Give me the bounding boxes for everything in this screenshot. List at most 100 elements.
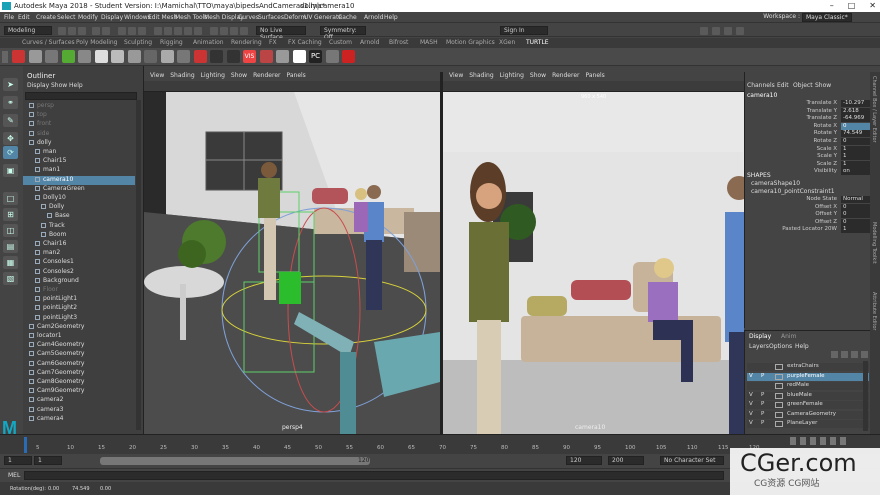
outliner-item[interactable]: front [23,120,135,129]
tab-attribute-editor[interactable]: Attribute Editor [871,292,877,330]
show-channel-box-icon[interactable] [736,27,744,35]
dome-icon[interactable] [111,50,124,63]
menu-modify[interactable]: Modify [78,14,98,21]
channels-menu[interactable]: Channels [747,82,775,89]
outliner-item[interactable]: Cam5Geometry [23,350,135,359]
shelf-tab-xgen[interactable]: XGen [499,39,515,46]
render-frame-icon[interactable] [220,27,228,35]
attribute-name[interactable]: Scale Z [745,161,837,167]
menu-deform[interactable]: Deform [284,14,306,21]
outliner-item[interactable]: Cam8Geometry [23,378,135,387]
attribute-value-field[interactable]: on [841,168,871,176]
attribute-name[interactable]: Scale X [745,146,837,152]
layout-single-icon[interactable]: □ [3,192,18,205]
layer-playback-toggle[interactable]: P [761,411,764,417]
show-menu[interactable]: Show [815,82,831,89]
outliner-item[interactable]: Boom [23,231,135,240]
layer-color-swatch[interactable] [775,364,783,370]
teapot-icon[interactable] [12,50,25,63]
mel-label[interactable]: MEL [8,472,20,479]
show-attribute-editor-icon[interactable] [712,27,720,35]
outliner-item[interactable]: man [23,148,135,157]
playback-start-field[interactable]: 1 [34,456,62,465]
outliner-item[interactable]: man2 [23,249,135,258]
constraint-attribute-name[interactable]: Offset Y [745,211,837,217]
outliner-item[interactable]: Background [23,277,135,286]
outliner-item[interactable]: side [23,130,135,139]
page-icon[interactable] [292,50,306,63]
move-tool-icon[interactable]: ✥ [3,132,18,145]
sign-in-button[interactable]: Sign In [500,26,548,35]
workspace-dropdown[interactable]: Maya Classic* [802,13,852,22]
viewport-menu-shading[interactable]: Shading [469,72,493,79]
outliner-menu-help[interactable]: Help [69,82,83,89]
viewport-menu-view[interactable]: View [150,72,164,79]
outliner-item[interactable]: Base [23,212,135,221]
shelf-tab-motion-graphics[interactable]: Motion Graphics [446,39,495,46]
viewport-menu-panels[interactable]: Panels [286,72,305,79]
viewport-menu-lighting[interactable]: Lighting [500,72,524,79]
outliner-menu-display[interactable]: Display [27,82,49,89]
symmetry-dropdown[interactable]: Symmetry: Off [320,26,366,41]
outliner-item[interactable]: Dolly10 [23,194,135,203]
scale-tool-icon[interactable]: ▣ [3,164,18,177]
options-menu[interactable]: Options [769,343,792,350]
outliner-scrollbar[interactable] [136,100,141,430]
viewport-menu-lighting[interactable]: Lighting [201,72,225,79]
command-input[interactable] [24,471,724,480]
attribute-value-field[interactable]: 0 [841,138,871,145]
shelf-tab-arnold[interactable]: Arnold [360,39,379,46]
constraint-attribute-value[interactable]: 1 [841,226,871,234]
select-tool-icon[interactable]: ➤ [3,78,18,91]
outliner-item[interactable]: Dolly [23,203,135,212]
viewport-menu-view[interactable]: View [449,72,463,79]
shelf-tab-poly-modeling[interactable]: Poly Modeling [76,39,118,46]
goto-end-icon[interactable] [840,437,846,445]
outliner-item[interactable]: camera4 [23,415,135,424]
outliner-item[interactable]: pointLight3 [23,314,135,323]
help-menu[interactable]: Help [795,343,809,350]
constraint-attribute-value[interactable]: 0 [841,203,871,211]
save-scene-icon[interactable] [78,27,86,35]
layer-visibility-toggle[interactable]: V [749,401,753,407]
shelf-tab-sculpting[interactable]: Sculpting [124,39,152,46]
constraint-attribute-name[interactable]: Offset Z [745,219,837,225]
menu-uv[interactable]: UV [304,14,313,21]
menu-file[interactable]: File [4,14,14,21]
current-time-marker[interactable] [24,437,27,453]
constraint-attribute-value[interactable]: 0 [841,211,871,219]
shelf-menu-icon[interactable] [2,51,8,63]
tab-channel-box[interactable]: Channel Box / Layer Editor [871,76,877,143]
layer-row[interactable]: V PblueMale [747,391,869,400]
menu-create[interactable]: Create [36,14,56,21]
layer-color-swatch[interactable] [775,392,783,399]
outliner-item[interactable]: Chair16 [23,240,135,249]
box-icon[interactable] [276,50,289,63]
layer-playback-toggle[interactable]: P [761,392,764,398]
green-ball-icon[interactable] [61,50,75,63]
vis-icon[interactable]: VIS [243,50,256,63]
attribute-value-field[interactable]: -64.969 [841,115,871,123]
outliner-item[interactable]: camera2 [23,396,135,405]
outliner-item[interactable]: Cam4Geometry [23,341,135,350]
menu-select[interactable]: Select [57,14,76,21]
tab-display[interactable]: Display [749,333,771,340]
lasso-tool-icon[interactable]: ⚭ [3,96,18,109]
new-layer-selected-icon[interactable] [861,351,868,358]
viewport-persp[interactable]: View Shading Lighting Show Renderer Panels [144,72,440,434]
new-empty-layer-icon[interactable] [851,351,858,358]
paint-select-tool-icon[interactable]: ✎ [3,114,18,127]
attribute-name[interactable]: Scale Y [745,153,837,159]
minimize-icon[interactable]: – [830,1,834,10]
outliner-item[interactable]: Cam7Geometry [23,369,135,378]
attribute-value-field[interactable]: 1 [841,145,871,153]
menu-curves[interactable]: Curves [238,14,259,21]
layer-scrollbar[interactable] [863,361,868,431]
sphere-icon[interactable] [45,50,58,63]
layer-color-swatch[interactable] [775,421,783,427]
constraint-name[interactable]: camera10_pointConstraint1 [751,188,835,195]
outliner-item[interactable]: man1 [23,166,135,175]
viewport-menu-show[interactable]: Show [231,72,247,79]
layout-custom-icon[interactable]: ▧ [3,272,18,285]
snap-surface-icon[interactable] [194,27,202,35]
